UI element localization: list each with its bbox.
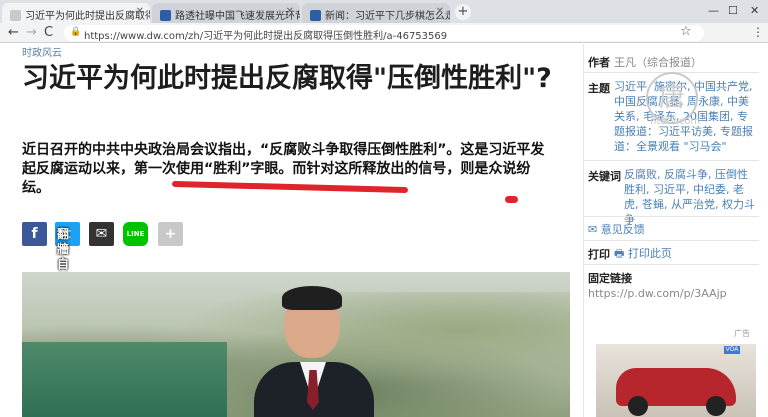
ad-badge-icon: VOA [724,346,740,354]
screen-left [22,342,227,417]
voa-favicon-icon [160,10,171,21]
wheel [706,396,726,416]
tab-bar: 习近平为何此时提出反腐取得'压 ✕ 路透社曝中国飞速发展光环背后 ✕ 新闻：习近… [0,0,768,23]
forward-button[interactable]: → [26,25,37,40]
new-tab-button[interactable]: + [455,4,471,20]
feedback-label: 意见反馈 [600,223,645,236]
wheel [628,396,648,416]
browser-menu-icon[interactable]: ⋮ [752,25,764,39]
address-bar-row: ← → C 🔒 https://www.dw.com/zh/习近平为何此时提出反… [0,23,768,43]
voa-favicon-icon [310,10,321,21]
lock-icon: 🔒 [70,27,82,37]
back-button[interactable]: ← [8,25,19,40]
article-photo[interactable] [22,272,570,417]
tab-2[interactable]: 路透社曝中国飞速发展光环背后 ✕ [152,3,300,23]
tab-3-title: 新闻：习近平下几步棋怎么走何 [325,11,450,22]
url-text: https://www.dw.com/zh/习近平为何此时提出反腐取得压倒性胜利… [84,31,448,42]
print-label: 打印 [588,248,610,261]
url-field[interactable]: 🔒 https://www.dw.com/zh/习近平为何此时提出反腐取得压倒性… [64,25,704,42]
divider [584,160,759,161]
reload-button[interactable]: C [44,25,53,40]
permalink-label: 固定链接 [588,272,632,285]
watermark-text: ntdtv.com [650,116,701,127]
close-tab-icon[interactable]: ✕ [136,6,144,17]
keywords-label: 关键词 [588,170,621,183]
breadcrumb[interactable]: 时政风云 [22,44,62,59]
favicon-icon [10,10,21,21]
bookmark-star-icon[interactable]: ☆ [680,24,692,39]
divider [584,216,759,217]
facebook-share-button[interactable]: f [22,222,47,246]
page-content: 时政风云 习近平为何此时提出反腐取得"压倒性胜利"? 近日召开的中共中央政治局会… [0,44,768,417]
tab-1[interactable]: 习近平为何此时提出反腐取得'压 ✕ [2,3,150,23]
hair [282,286,342,310]
minimize-button[interactable]: — [708,4,719,17]
divider [584,264,759,265]
line-share-button[interactable]: LINE [123,222,148,246]
ad-label: 广告 [734,329,750,338]
tab-1-title: 习近平为何此时提出反腐取得'压 [25,11,150,22]
more-share-button[interactable]: + [158,222,183,246]
author-label: 作者 [588,56,610,69]
close-window-button[interactable]: ✕ [750,4,759,17]
print-value: 打印此页 [627,247,672,260]
divider [584,240,759,241]
permalink-value[interactable]: https://p.dw.com/p/3AAjp [588,287,727,300]
topic-label: 主题 [588,82,610,95]
red-mark-annotation [505,196,518,203]
keywords-links[interactable]: 反腐败, 反腐斗争, 压倒性胜利, 习近平, 中纪委, 老虎, 苍蝇, 从严治党… [624,167,756,227]
maximize-button[interactable]: ☐ [728,4,738,17]
close-tab-icon[interactable]: ✕ [286,6,294,17]
ad-banner[interactable] [596,344,756,417]
person-figure [254,284,374,417]
tab-3[interactable]: 新闻：习近平下几步棋怎么走何 ✕ [302,3,450,23]
article-headline: 习近平为何此时提出反腐取得"压倒性胜利"? [22,63,552,94]
tab-2-title: 路透社曝中国飞速发展光环背后 [175,11,300,22]
feedback-link[interactable]: ✉ 意见反馈 [588,222,645,237]
print-link[interactable]: 🖶 打印此页 [614,246,672,261]
close-tab-icon[interactable]: ✕ [436,6,444,17]
email-share-button[interactable]: ✉ [89,222,114,246]
author-value: 王凡（综合报道） [614,56,702,69]
